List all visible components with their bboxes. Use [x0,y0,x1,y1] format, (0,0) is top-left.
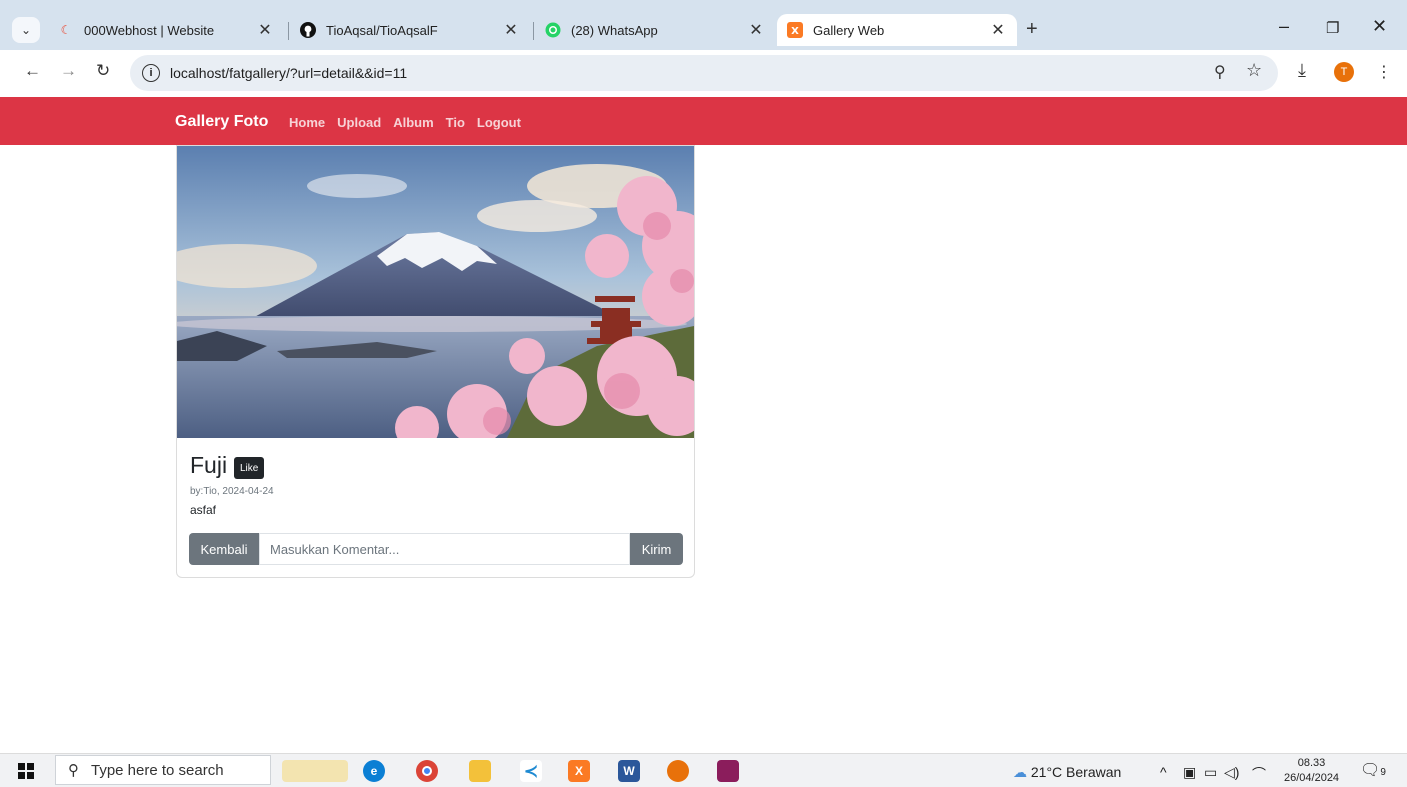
close-window-button[interactable]: ✕ [1372,16,1387,37]
notification-count: 9 [1380,767,1386,778]
tray-app-icon[interactable]: ▣ [1183,764,1196,781]
clock-time: 08.33 [1297,757,1326,769]
plus-icon: + [1026,18,1038,40]
taskbar-search[interactable]: ⚲ Type here to search [55,755,271,785]
address-bar[interactable]: i localhost/fatgallery/?url=detail&&id=1… [130,55,1278,91]
photo-meta: by:Tio, 2024-04-24 [190,486,274,497]
nav-link-profile[interactable]: Tio [446,115,465,130]
minimize-icon: – [1279,16,1290,36]
back-button[interactable]: Kembali [189,533,259,565]
arrow-left-icon: ← [24,61,41,80]
tab-separator [533,22,534,40]
nav-link-album[interactable]: Album [393,115,433,130]
xampp-icon: X [787,22,803,38]
new-tab-button[interactable]: + [1026,18,1038,41]
send-button[interactable]: Kirim [630,533,683,565]
photo-title: Fuji [190,452,228,478]
chevron-down-icon: ⌄ [20,23,32,37]
nav-link-upload[interactable]: Upload [337,115,381,130]
webhost-icon: ☾ [60,23,72,37]
back-button[interactable]: ← [24,61,41,81]
comment-form: Kembali Kirim [189,533,683,565]
navbar-brand[interactable]: Gallery Foto [175,113,268,131]
volume-icon[interactable]: ◁) [1224,764,1239,781]
tab-title: Gallery Web [813,22,885,38]
file-explorer-icon[interactable] [469,760,491,782]
close-icon[interactable]: ✕ [747,20,765,40]
wifi-icon[interactable]: ⌒ [1252,764,1266,784]
close-icon: ✕ [1372,16,1388,36]
close-icon[interactable]: ✕ [989,20,1007,40]
cloud-icon: ☁ [1013,764,1027,780]
search-highlight-icon[interactable] [282,760,348,782]
taskbar-clock[interactable]: 08.33 26/04/2024 [1284,756,1339,786]
download-icon[interactable]: ⤓ [1298,60,1306,81]
reload-icon: ↻ [96,61,111,80]
tab-webhost[interactable]: ☾ 000Webhost | Website ✕ [48,14,284,46]
svg-text:X: X [791,26,799,37]
nav-link-home[interactable]: Home [289,115,325,130]
github-icon [300,22,316,38]
forward-button[interactable]: → [60,61,77,81]
menu-dots-icon[interactable]: ⋮ [1376,62,1392,82]
photo-description: asfaf [190,503,217,517]
tab-search-button[interactable]: ⌄ [12,17,40,43]
photo-image [177,146,694,438]
chrome-profile-icon[interactable] [667,760,689,782]
tab-title: (28) WhatsApp [571,22,658,38]
word-icon[interactable]: W [618,760,640,782]
tray-chevron-icon[interactable]: ^ [1160,764,1167,780]
windows-start-icon[interactable] [18,763,34,779]
zoom-icon[interactable]: ⚲ [1214,62,1226,82]
clock-date: 26/04/2024 [1284,772,1340,784]
xampp-taskbar-icon[interactable]: X [568,760,590,782]
whatsapp-icon [545,22,561,38]
battery-icon[interactable]: ▭ [1204,764,1217,781]
search-icon: ⚲ [68,762,79,779]
restore-button[interactable]: ❐ [1326,19,1339,37]
comment-input[interactable] [259,533,630,565]
navbar-links: Home Upload Album Tio Logout [289,115,521,130]
tab-separator [288,22,289,40]
close-icon[interactable]: ✕ [256,20,274,40]
photo-card: Fuji Like by:Tio, 2024-04-24 asfaf Kemba… [176,145,695,578]
taskbar-search-placeholder: Type here to search [91,761,224,779]
tab-gallery-web[interactable]: X Gallery Web ✕ [777,14,1017,46]
bookmark-star-icon[interactable]: ☆ [1246,60,1262,81]
chrome-icon[interactable] [416,760,438,782]
url-text: localhost/fatgallery/?url=detail&&id=11 [170,65,408,81]
tab-title: TioAqsal/TioAqsalF [326,22,438,38]
restore-icon: ❐ [1326,20,1340,37]
winrar-icon[interactable] [717,760,739,782]
weather-text: 21°C Berawan [1030,764,1122,780]
edge-icon[interactable]: e [363,760,385,782]
like-button[interactable]: Like [234,457,265,479]
tab-whatsapp[interactable]: (28) WhatsApp ✕ [535,14,775,46]
weather-widget[interactable]: ☁ 21°C Berawan [1013,764,1121,781]
arrow-right-icon: → [60,61,77,80]
close-icon[interactable]: ✕ [502,20,520,40]
notification-glyph: 🗨 [1360,762,1381,779]
tab-github[interactable]: TioAqsal/TioAqsalF ✕ [290,14,530,46]
notification-icon[interactable]: 🗨9 [1360,760,1386,780]
tab-title: 000Webhost | Website [84,22,215,38]
reload-button[interactable]: ↻ [96,61,110,81]
nav-link-logout[interactable]: Logout [477,115,521,130]
info-icon[interactable]: i [142,64,160,82]
minimize-button[interactable]: – [1279,16,1289,37]
vscode-icon[interactable]: ≺ [520,760,542,782]
profile-avatar[interactable]: T [1334,62,1354,82]
